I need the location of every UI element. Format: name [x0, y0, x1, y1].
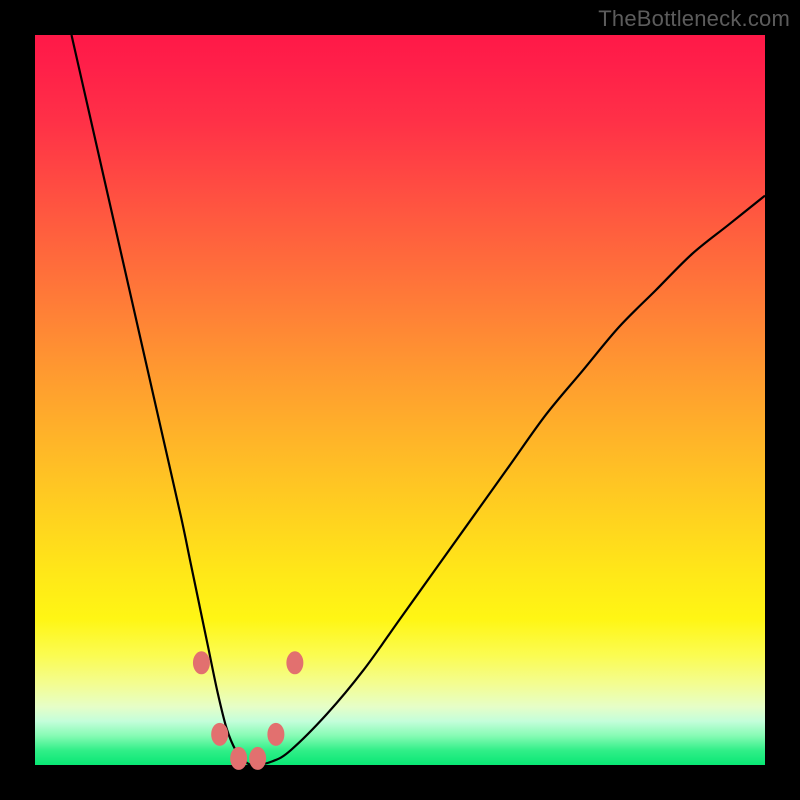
watermark-text: TheBottleneck.com	[598, 6, 790, 32]
bottleneck-curve	[72, 35, 766, 765]
plot-area	[35, 35, 765, 765]
curve-marker	[212, 723, 228, 745]
chart-frame: TheBottleneck.com	[0, 0, 800, 800]
curve-marker	[287, 652, 303, 674]
curve-marker	[250, 747, 266, 769]
curve-marker	[268, 723, 284, 745]
curve-marker	[231, 747, 247, 769]
curve-marker	[193, 652, 209, 674]
curve-svg	[35, 35, 765, 765]
curve-markers	[193, 652, 302, 770]
